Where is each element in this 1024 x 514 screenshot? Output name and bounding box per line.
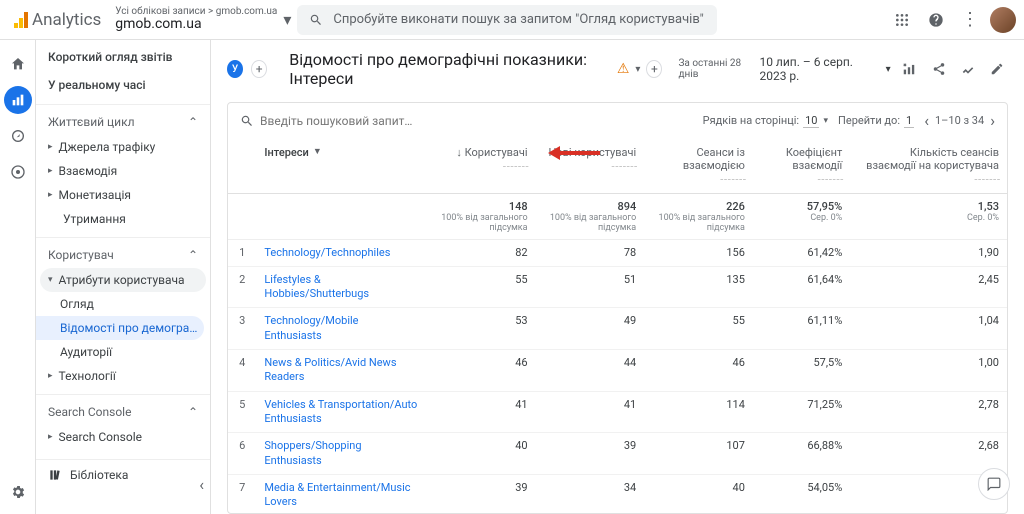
next-page-button[interactable]: ›	[990, 111, 995, 130]
lifecycle-group[interactable]: Життєвий цикл ⌃	[36, 104, 210, 135]
table-row[interactable]: 2Lifestyles & Hobbies/Shutterbugs5551135…	[228, 266, 1007, 308]
table-controls: Рядків на сторінці: 10 ▾ Перейти до: 1 ‹…	[228, 103, 1007, 138]
explore-icon[interactable]	[4, 122, 32, 150]
pagination: ‹ 1–10 з 34 ›	[924, 111, 995, 130]
rows-per-page[interactable]: Рядків на сторінці: 10 ▾	[703, 114, 828, 128]
sidebar-item-tech[interactable]: ▸Технології	[36, 364, 210, 388]
table-row[interactable]: 1Technology/Technophiles827815661,42%1,9…	[228, 239, 1007, 266]
table-row[interactable]: 6Shoppers/Shopping Enthusiasts403910766,…	[228, 433, 1007, 475]
report-header: У + Відомості про демографічні показники…	[211, 40, 1024, 98]
chevron-down-icon: ▾	[886, 64, 891, 75]
warning-icon[interactable]: ⚠	[617, 61, 630, 77]
sidebar-item-monetization[interactable]: ▸Монетизація	[36, 183, 210, 207]
data-card: Рядків на сторінці: 10 ▾ Перейти до: 1 ‹…	[227, 102, 1008, 514]
col-engagement-rate[interactable]: Коефіцієнт взаємодії- - - - - - -	[753, 138, 850, 193]
user-group[interactable]: Користувач ⌃	[36, 237, 210, 268]
sidebar-item-acquisition[interactable]: ▸Джерела трафіку	[36, 135, 210, 159]
settings-icon[interactable]	[4, 478, 32, 506]
share-icon[interactable]	[928, 57, 949, 81]
user-avatar[interactable]	[990, 7, 1016, 33]
edit-icon[interactable]	[987, 57, 1008, 81]
go-to-row[interactable]: Перейти до: 1	[838, 114, 914, 128]
property-selector[interactable]: Усі облікові записи > gmob.com.ua gmob.c…	[115, 6, 277, 32]
col-engaged-sessions[interactable]: Сеанси із взаємодією- - - - - - -	[644, 138, 753, 193]
sidebar-item-search-console[interactable]: ▸Search Console	[36, 425, 210, 449]
property-name: gmob.com.ua	[115, 17, 277, 32]
dropdown-icon[interactable]: ▾	[635, 64, 640, 75]
sidebar-item-retention[interactable]: Утримання	[36, 207, 210, 231]
sidebar-item-engagement[interactable]: ▸Взаємодія	[36, 159, 210, 183]
realtime-link[interactable]: У реальному часі	[36, 72, 210, 98]
search-icon	[309, 13, 323, 27]
add-comparison-button[interactable]: +	[251, 60, 267, 78]
nav-rail	[0, 40, 36, 514]
side-nav: Короткий огляд звітів У реальному часі Ж…	[36, 40, 211, 514]
table-search-input[interactable]	[260, 114, 440, 128]
col-new-users[interactable]: Нові користувачі- - - - - - -	[536, 138, 645, 193]
feedback-button[interactable]	[978, 468, 1010, 500]
home-icon[interactable]	[4, 50, 32, 78]
table-row[interactable]: 5Vehicles & Transportation/Auto Enthusia…	[228, 391, 1007, 433]
sidebar-item-user-attributes[interactable]: ▾Атрибути користувача	[40, 268, 206, 292]
side-title: Короткий огляд звітів	[36, 50, 210, 72]
table-row[interactable]: 4News & Politics/Avid News Readers464446…	[228, 350, 1007, 392]
add-dimension-button[interactable]: +	[646, 60, 662, 78]
prev-page-button[interactable]: ‹	[924, 111, 929, 130]
col-sessions-per-user[interactable]: Кількість сеансів взаємодії на користува…	[850, 138, 1007, 193]
library-link[interactable]: Бібліотека	[36, 459, 210, 490]
reports-icon[interactable]	[4, 86, 32, 114]
page-title: Відомості про демографічні показники: Ін…	[289, 50, 662, 88]
chevron-up-icon: ⌃	[188, 115, 198, 129]
product-name: Analytics	[32, 10, 101, 30]
range-label: 1–10 з 34	[935, 114, 984, 127]
chevron-up-icon: ⌃	[188, 405, 198, 419]
sidebar-sub-demographics[interactable]: Відомості про демографіч…	[36, 316, 204, 340]
sidebar-sub-audiences[interactable]: Аудиторії	[36, 340, 210, 364]
chevron-up-icon: ⌃	[188, 248, 198, 262]
help-icon[interactable]	[922, 6, 950, 34]
topbar: Analytics Усі облікові записи > gmob.com…	[0, 0, 1024, 40]
table-search[interactable]	[240, 114, 693, 128]
apps-icon[interactable]	[888, 6, 916, 34]
sidebar-sub-overview[interactable]: Огляд	[36, 292, 210, 316]
library-icon	[48, 468, 62, 482]
customize-icon[interactable]	[899, 57, 920, 81]
table-row[interactable]: 7Media & Entertainment/Music Lovers39344…	[228, 474, 1007, 513]
more-icon[interactable]: ⋮	[956, 6, 984, 34]
segment-badge[interactable]: У	[227, 60, 243, 78]
interests-table: Інтереси▼ ↓ Користувачі- - - - - - - Нов…	[228, 138, 1007, 513]
sc-group[interactable]: Search Console ⌃	[36, 394, 210, 425]
dimension-selector[interactable]: Інтереси▼	[264, 146, 418, 159]
analytics-logo[interactable]: Analytics	[14, 10, 101, 30]
chevron-down-icon[interactable]: ▾	[283, 10, 291, 29]
table-row[interactable]: 3Technology/Mobile Enthusiasts53495561,1…	[228, 308, 1007, 350]
search-icon	[240, 114, 254, 128]
collapse-icon[interactable]: ‹	[199, 475, 204, 494]
global-search[interactable]: Спробуйте виконати пошук за запитом "Огл…	[297, 5, 717, 35]
search-placeholder: Спробуйте виконати пошук за запитом "Огл…	[333, 12, 703, 27]
date-range-picker[interactable]: За останні 28 днів 10 лип. – 6 серп. 202…	[678, 55, 890, 83]
chevron-down-icon: ▾	[823, 116, 828, 126]
main-content: У + Відомості про демографічні показники…	[211, 40, 1024, 514]
insights-icon[interactable]	[957, 57, 978, 81]
totals-row: 148100% від загального підсумка 894100% …	[228, 193, 1007, 239]
advertising-icon[interactable]	[4, 158, 32, 186]
col-users[interactable]: ↓ Користувачі- - - - - - -	[426, 138, 535, 193]
